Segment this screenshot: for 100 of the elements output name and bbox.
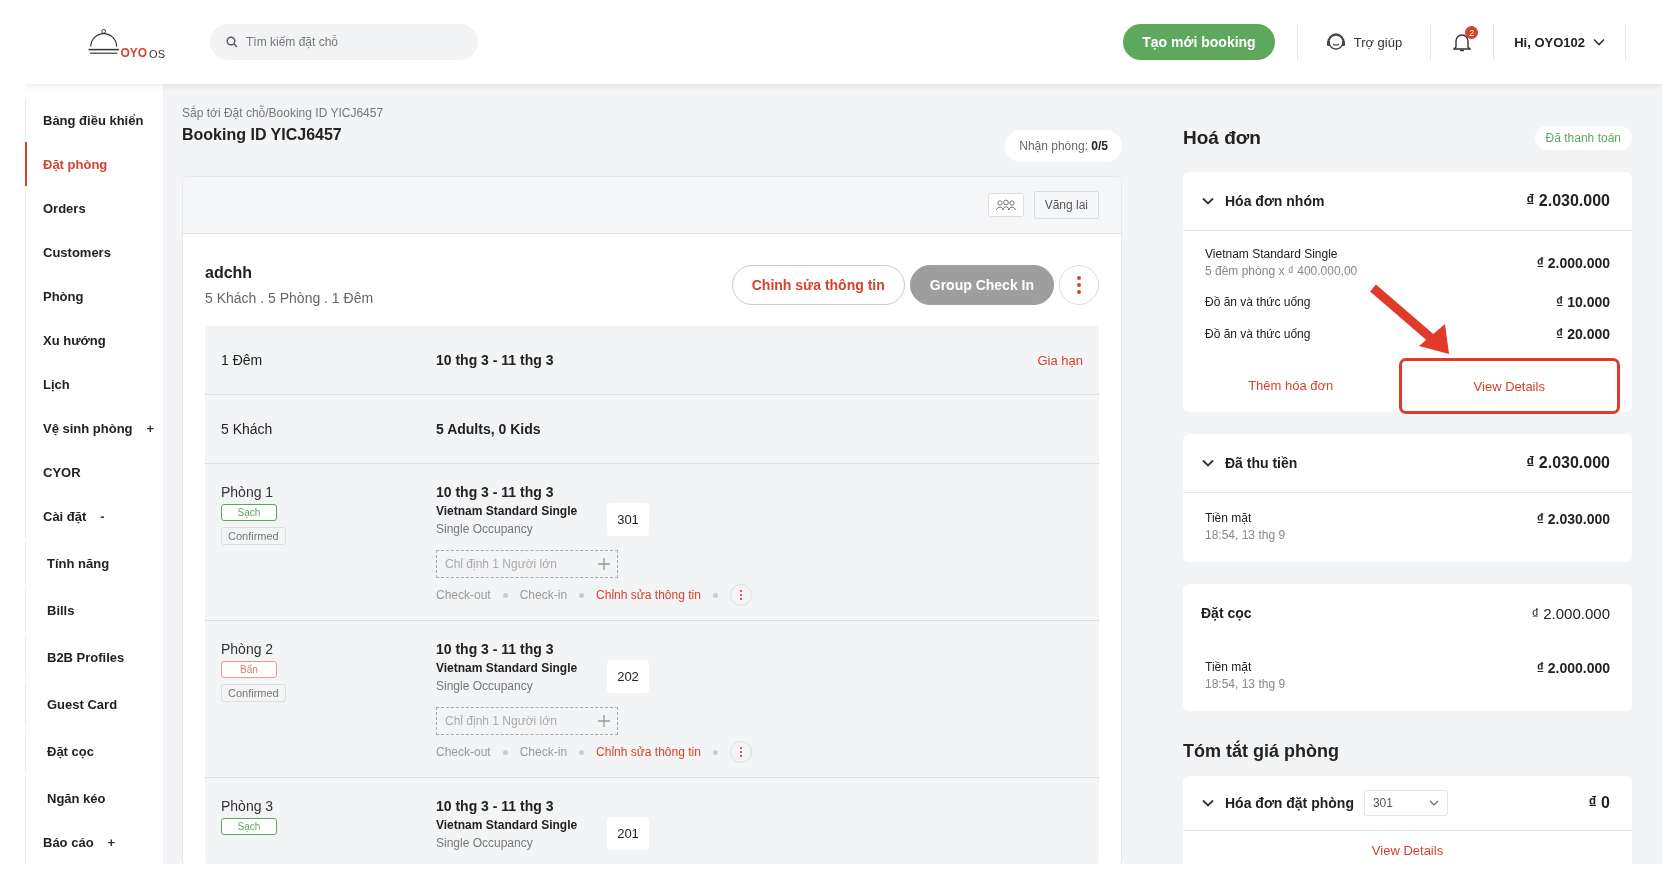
amount: ₫ 2.030.000 xyxy=(1536,511,1610,529)
bill-item: Đồ ăn và thức uống xyxy=(1205,295,1311,309)
payment-time: 18:54, 13 thg 9 xyxy=(1205,528,1286,542)
room-number: 301 xyxy=(607,502,649,536)
payment-method: Tiền mặt xyxy=(1205,511,1253,525)
search-field[interactable]: Tìm kiếm đặt chỗ xyxy=(210,24,478,60)
section-title: Đã thu tiền xyxy=(1225,455,1299,471)
section-title: Hóa đơn đặt phòng xyxy=(1225,795,1354,811)
sidebar-item[interactable]: Báo cáo + xyxy=(25,820,163,864)
sidebar-item[interactable]: Orders xyxy=(25,186,163,230)
breadcrumb-separator: / xyxy=(265,106,269,120)
expand-toggle[interactable]: - xyxy=(100,508,105,524)
view-details-link[interactable]: View Details xyxy=(1371,843,1444,858)
status-tag: Confirmed xyxy=(221,527,286,545)
amount: ₫ 20.000 xyxy=(1556,326,1610,342)
status-tag: Confirmed xyxy=(221,684,286,702)
section-heading: Tóm tắt giá phòng xyxy=(1183,741,1340,762)
room-dates: 10 thg 3 - 11 thg 3 xyxy=(436,798,555,814)
housekeeping-tag: Sạch xyxy=(221,504,277,521)
amount: ₫ 2.030.000 xyxy=(1526,454,1610,472)
people-icon xyxy=(994,199,1017,211)
source-button[interactable]: Vãng lai xyxy=(1033,191,1099,219)
extend-link[interactable]: Gia hạn xyxy=(1037,352,1083,368)
kebab-icon xyxy=(1077,276,1081,294)
breadcrumb-link[interactable]: Booking ID YICJ6457 xyxy=(268,106,384,120)
support-icon xyxy=(1325,33,1346,51)
notification-button[interactable] xyxy=(1453,32,1472,52)
row-label: 5 Khách xyxy=(221,421,274,437)
room-name: Phòng 2 xyxy=(221,641,275,657)
room-dates: 10 thg 3 - 11 thg 3 xyxy=(436,641,555,657)
housekeeping-tag: Sạch xyxy=(221,818,277,835)
plus-icon[interactable] xyxy=(598,715,610,727)
search-icon xyxy=(226,36,238,48)
sidebar-item[interactable]: CYOR xyxy=(25,450,163,494)
row-label: 1 Đêm xyxy=(221,352,264,368)
room-action-link[interactable]: Chỉnh sửa thông tin xyxy=(596,745,701,759)
room-type: Vietnam Standard Single xyxy=(436,818,578,832)
sidebar-item[interactable]: Đặt cọc xyxy=(25,729,163,773)
room-action-link[interactable]: Chỉnh sửa thông tin xyxy=(596,588,701,602)
amount: ₫ 2.000.000 xyxy=(1536,254,1610,271)
sidebar-item[interactable]: Bảng điều khiển xyxy=(25,98,163,142)
guest-summary: 5 Khách . 5 Phòng . 1 Đêm xyxy=(205,290,374,306)
logo-text: OYO xyxy=(120,46,148,60)
amount: ₫ 2.000.000 xyxy=(1536,660,1610,678)
row-value: 10 thg 3 - 11 thg 3 xyxy=(436,352,555,368)
sidebar-item[interactable]: Customers xyxy=(25,230,163,274)
sidebar-item[interactable]: Ngăn kéo xyxy=(25,776,163,820)
group-button[interactable] xyxy=(987,193,1024,217)
sidebar-item[interactable]: Lịch xyxy=(25,362,163,406)
sidebar-item[interactable]: Vệ sinh phòng + xyxy=(25,406,163,450)
bill-item: Vietnam Standard Single xyxy=(1205,247,1339,261)
room-name: Phòng 3 xyxy=(221,798,275,814)
room-type: Vietnam Standard Single xyxy=(436,661,578,675)
user-menu[interactable]: Hi, OYO102 xyxy=(1508,33,1611,51)
expand-toggle[interactable]: + xyxy=(146,420,155,436)
occupancy: Single Occupancy xyxy=(436,679,534,693)
sidebar-item[interactable]: Tính năng xyxy=(25,541,163,585)
add-bill-link[interactable]: Thêm hóa đơn xyxy=(1248,377,1334,393)
row-value: 5 Adults, 0 Kids xyxy=(436,421,542,437)
amount: ₫ 2.030.000 xyxy=(1526,192,1610,210)
amount: ₫ 10.000 xyxy=(1556,294,1610,310)
edit-info-button[interactable]: Chỉnh sửa thông tin xyxy=(731,265,905,305)
more-options-button[interactable] xyxy=(1059,265,1099,305)
sidebar-item[interactable]: Bills xyxy=(25,588,163,632)
sidebar-item[interactable]: B2B Profiles xyxy=(25,635,163,679)
plus-icon[interactable] xyxy=(598,558,610,570)
sidebar-item[interactable]: Cài đặt - xyxy=(25,494,163,538)
payment-status: Đã thanh toán xyxy=(1534,126,1632,150)
bell-icon xyxy=(1453,32,1472,52)
assign-guest-field[interactable]: Chỉ định 1 Người lớn xyxy=(436,707,618,735)
section-title: Hóa đơn nhóm xyxy=(1225,193,1326,209)
amount: ₫ 0 xyxy=(1588,794,1610,812)
view-details-link[interactable]: View Details xyxy=(1398,358,1620,414)
room-type: Vietnam Standard Single xyxy=(436,504,578,518)
payment-time: 18:54, 13 thg 9 xyxy=(1205,677,1286,691)
breadcrumb-link[interactable]: Sắp tới Đặt chỗ xyxy=(182,106,266,120)
room-dates: 10 thg 3 - 11 thg 3 xyxy=(436,484,555,500)
sidebar-item[interactable]: Đặt phòng xyxy=(25,142,163,186)
help-button[interactable]: Trợ giúp xyxy=(1319,32,1409,52)
guest-name: adchh xyxy=(205,264,254,282)
checkin-count: Nhận phòng: 0/5 xyxy=(1005,130,1122,162)
sidebar-item[interactable]: Guest Card xyxy=(25,682,163,726)
payment-method: Tiền mặt xyxy=(1205,660,1253,674)
room-select[interactable]: 301 xyxy=(1363,790,1448,816)
expand-toggle[interactable]: + xyxy=(107,834,116,850)
invoice-title: Hoá đơn xyxy=(1183,127,1261,149)
amount: ₫ 2.000.000 xyxy=(1531,604,1610,622)
logo-suffix: OS xyxy=(149,48,165,60)
bill-item-detail: 5 đêm phòng x ₫ 400.000,00 xyxy=(1205,264,1358,278)
room-name: Phòng 1 xyxy=(221,484,275,500)
kebab-icon xyxy=(738,747,743,757)
chevron-down-icon xyxy=(1593,38,1605,46)
sidebar-item[interactable]: Phòng xyxy=(25,274,163,318)
notification-badge: 2 xyxy=(1465,26,1479,39)
kebab-icon xyxy=(738,590,743,600)
sidebar-item[interactable]: Xu hướng xyxy=(25,318,163,362)
page-title: Booking ID YICJ6457 xyxy=(182,126,342,144)
assign-guest-field[interactable]: Chỉ định 1 Người lớn xyxy=(436,550,618,578)
room-number: 202 xyxy=(607,659,649,693)
bill-item: Đồ ăn và thức uống xyxy=(1205,327,1311,341)
